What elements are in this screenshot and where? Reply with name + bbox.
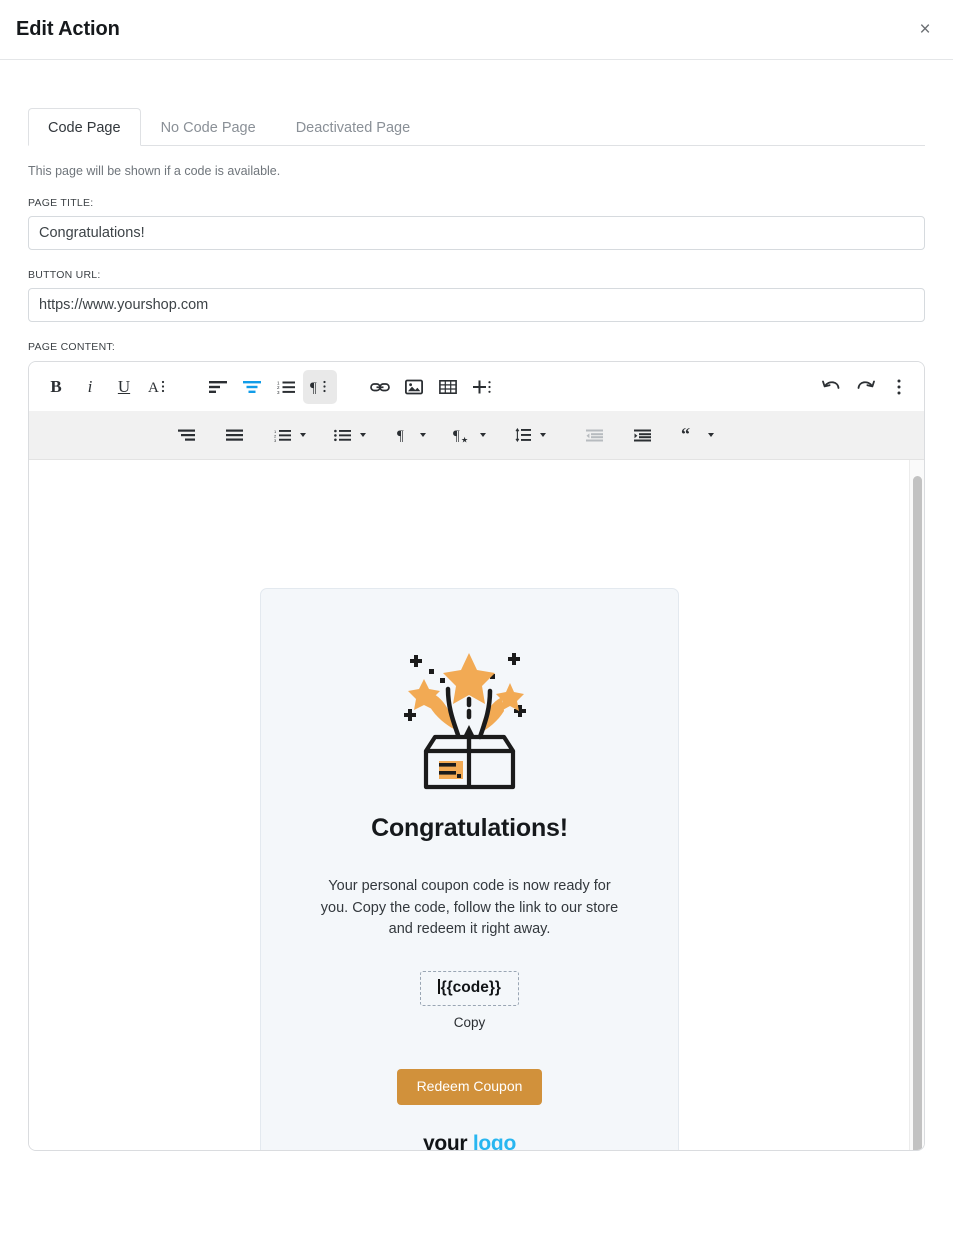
modal-header: Edit Action × <box>0 0 953 60</box>
svg-text:3: 3 <box>274 437 277 441</box>
pilcrow-star-icon: ¶ ★ <box>445 418 479 452</box>
quote-glyph-icon: “ <box>673 418 707 452</box>
link-icon[interactable] <box>363 370 397 404</box>
svg-text:¶: ¶ <box>397 428 404 443</box>
preview-paragraph: Your personal coupon code is now ready f… <box>320 878 619 937</box>
redo-icon[interactable] <box>848 370 882 404</box>
tab-no-code-page[interactable]: No Code Page <box>141 108 276 146</box>
pilcrow-icon: ¶ <box>385 418 419 452</box>
button-url-label: BUTTON URL: <box>28 269 101 281</box>
paragraph-style-dropdown-icon[interactable]: ¶ <box>385 418 431 452</box>
line-height-glyph-icon <box>505 418 539 452</box>
ordered-list-dropdown-icon[interactable]: 123 <box>265 418 311 452</box>
svg-text:A: A <box>148 380 159 396</box>
ordered-list-glyph-icon: 123 <box>265 418 299 452</box>
logo-accent-text: logo <box>472 1131 516 1151</box>
paragraph-format-icon[interactable]: ¶ <box>303 369 337 404</box>
tab-code-page[interactable]: Code Page <box>28 108 141 146</box>
chevron-down-icon <box>300 433 306 437</box>
svg-text:“: “ <box>681 427 690 443</box>
preview-heading: Congratulations! <box>371 814 568 842</box>
page-title: Edit Action <box>16 18 120 40</box>
svg-text:★: ★ <box>461 436 468 444</box>
indent-icon[interactable] <box>625 418 659 452</box>
chevron-down-icon <box>360 433 366 437</box>
chevron-down-icon <box>540 433 546 437</box>
tab-deactivated-page[interactable]: Deactivated Page <box>276 108 430 146</box>
align-left-icon[interactable] <box>201 370 235 404</box>
underline-icon[interactable]: U <box>107 370 141 404</box>
unordered-list-dropdown-icon[interactable] <box>325 418 371 452</box>
italic-icon[interactable]: i <box>73 370 107 404</box>
chevron-down-icon <box>420 433 426 437</box>
scrollbar-thumb[interactable] <box>913 476 922 1150</box>
text-cursor <box>438 978 440 994</box>
page-content-label: PAGE CONTENT: <box>28 341 116 353</box>
editor-toolbar-secondary: 123 ¶ ¶ ★ “ <box>29 411 924 459</box>
logo-primary-text: your <box>423 1131 468 1151</box>
svg-text:¶: ¶ <box>310 380 317 395</box>
paragraph-format-star-dropdown-icon[interactable]: ¶ ★ <box>445 418 491 452</box>
rich-text-editor: B i U A 123 ¶ 1 2 3 ¶ ¶ ★ “ Congratulati… <box>28 361 925 1151</box>
tab-bar: Code Page No Code Page Deactivated Page <box>28 107 925 146</box>
align-center-icon[interactable] <box>235 370 269 404</box>
unordered-list-glyph-icon <box>325 418 359 452</box>
redeem-coupon-button[interactable]: Redeem Coupon <box>396 1068 543 1105</box>
insert-more-icon[interactable] <box>465 370 499 404</box>
svg-text:3: 3 <box>277 389 280 393</box>
page-title-label: PAGE TITLE: <box>28 197 94 209</box>
button-url-input[interactable] <box>28 288 925 322</box>
chevron-down-icon <box>708 433 714 437</box>
editor-canvas[interactable]: Congratulations! Your personal coupon co… <box>29 459 924 1150</box>
gift-box-confetti-illustration <box>404 653 526 790</box>
close-icon[interactable]: × <box>911 16 939 44</box>
line-height-dropdown-icon[interactable] <box>505 418 551 452</box>
svg-text:¶: ¶ <box>453 428 460 443</box>
chevron-down-icon <box>480 433 486 437</box>
copy-link[interactable]: Copy <box>261 1015 678 1030</box>
outdent-icon[interactable] <box>577 418 611 452</box>
tab-hint-text: This page will be shown if a code is ava… <box>28 164 281 178</box>
coupon-code-box[interactable]: {{code}} <box>420 970 519 1006</box>
table-icon[interactable] <box>431 370 465 404</box>
coupon-code-area: {{code}} Copy <box>261 970 678 1030</box>
ordered-list-icon[interactable]: 123 <box>269 370 303 404</box>
coupon-preview-card: Congratulations! Your personal coupon co… <box>260 588 679 1150</box>
brand-logo: your logo <box>261 1132 678 1151</box>
editor-vertical-scrollbar[interactable] <box>909 460 924 1150</box>
page-title-input[interactable] <box>28 216 925 250</box>
coupon-code-text: {{code}} <box>440 978 501 996</box>
bold-icon[interactable]: B <box>39 370 73 404</box>
editor-toolbar-primary: B i U A 123 ¶ <box>29 362 924 411</box>
image-icon[interactable] <box>397 370 431 404</box>
modal-body: Code Page No Code Page Deactivated Page … <box>0 107 953 1151</box>
more-options-icon[interactable] <box>882 370 916 404</box>
font-style-icon[interactable]: A <box>141 370 175 404</box>
align-right-icon[interactable] <box>169 418 203 452</box>
blockquote-dropdown-icon[interactable]: “ <box>673 418 719 452</box>
align-justify-icon[interactable] <box>217 418 251 452</box>
undo-icon[interactable] <box>814 370 848 404</box>
